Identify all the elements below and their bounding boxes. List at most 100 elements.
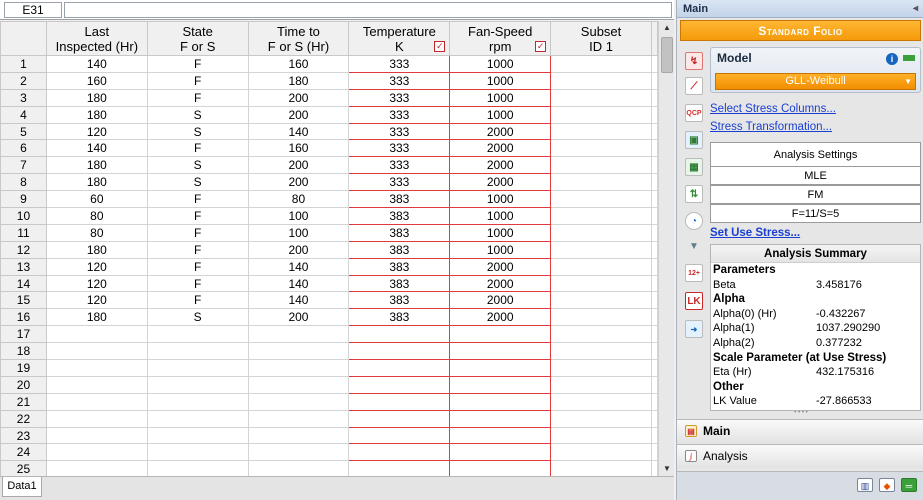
table-cell[interactable]: 2000	[449, 173, 552, 192]
row-number[interactable]: 20	[0, 375, 47, 394]
stress-column-checkbox[interactable]: ✓	[434, 41, 446, 52]
data-grid[interactable]: Last Inspected (Hr) State F or S Time to F or…	[0, 21, 658, 476]
table-cell[interactable]: 200	[247, 308, 350, 327]
info-icon[interactable]: i	[886, 53, 898, 65]
table-cell[interactable]	[449, 443, 552, 462]
row-number[interactable]: 3	[0, 88, 47, 107]
table-cell[interactable]	[348, 325, 451, 344]
stress-transformation-link[interactable]: Stress Transformation...	[710, 121, 832, 133]
table-cell[interactable]	[348, 375, 451, 394]
table-cell[interactable]: 1000	[449, 105, 552, 124]
table-cell[interactable]	[348, 409, 451, 428]
table-cell[interactable]: F	[146, 207, 249, 225]
table-cell[interactable]: F	[146, 274, 249, 293]
table-cell[interactable]	[550, 122, 652, 141]
row-number[interactable]: 23	[0, 426, 47, 445]
table-cell[interactable]: 333	[348, 139, 451, 158]
table-cell[interactable]	[550, 55, 652, 73]
table-cell[interactable]: 200	[247, 105, 350, 124]
plot-icon[interactable]: ⟋	[685, 77, 703, 95]
table-cell[interactable]: 2000	[449, 274, 552, 293]
table-cell[interactable]: 383	[348, 223, 451, 242]
table-cell[interactable]	[449, 409, 552, 428]
calculate-icon[interactable]: ↯	[685, 52, 703, 70]
table-cell[interactable]	[45, 426, 148, 445]
model-select[interactable]: GLL-Weibull ▼	[715, 73, 916, 90]
table-cell[interactable]	[247, 342, 350, 361]
table-cell[interactable]	[146, 426, 249, 445]
sheet-tab-data1[interactable]: Data1	[2, 477, 42, 497]
table-cell[interactable]	[45, 460, 148, 476]
row-number[interactable]: 10	[0, 207, 47, 225]
table-cell[interactable]	[449, 342, 552, 361]
table-cell[interactable]	[550, 359, 652, 377]
table-cell[interactable]: 120	[45, 122, 148, 141]
table-cell[interactable]: 383	[348, 207, 451, 225]
table-cell[interactable]: F	[146, 55, 249, 73]
table-cell[interactable]	[45, 443, 148, 462]
table-cell[interactable]	[146, 409, 249, 428]
table-cell[interactable]	[449, 392, 552, 411]
table-cell[interactable]	[247, 460, 350, 476]
row-number[interactable]: 16	[0, 308, 47, 327]
row-number[interactable]: 24	[0, 443, 47, 462]
table-cell[interactable]: 383	[348, 190, 451, 209]
table-cell[interactable]: 333	[348, 122, 451, 141]
table-cell[interactable]	[247, 443, 350, 462]
nav-analysis[interactable]: ⅉ Analysis	[677, 444, 923, 468]
table-cell[interactable]	[348, 426, 451, 445]
table-cell[interactable]: 2000	[449, 156, 552, 175]
table-cell[interactable]: 333	[348, 105, 451, 124]
transfer-icon[interactable]: ⇅	[685, 185, 703, 203]
table-cell[interactable]	[550, 426, 652, 445]
table-cell[interactable]: 1000	[449, 88, 552, 107]
table-cell[interactable]	[550, 71, 652, 90]
table-cell[interactable]	[550, 291, 652, 310]
table-cell[interactable]: 100	[247, 223, 350, 242]
table-cell[interactable]: 180	[247, 71, 350, 90]
table-cell[interactable]: 2000	[449, 291, 552, 310]
batch-icon[interactable]: ▦	[685, 158, 703, 176]
table-cell[interactable]: 1000	[449, 240, 552, 259]
table-cell[interactable]: F	[146, 88, 249, 107]
table-cell[interactable]	[550, 460, 652, 476]
table-cell[interactable]: F	[146, 257, 249, 276]
table-cell[interactable]	[45, 375, 148, 394]
analysis-setting-format[interactable]: FM	[710, 185, 921, 204]
table-cell[interactable]: 200	[247, 240, 350, 259]
table-cell[interactable]: 80	[247, 190, 350, 209]
table-cell[interactable]	[550, 375, 652, 394]
row-number[interactable]: 13	[0, 257, 47, 276]
table-cell[interactable]	[45, 392, 148, 411]
table-cell[interactable]: 120	[45, 274, 148, 293]
resize-grip-icon[interactable]: • • • •	[789, 410, 813, 416]
table-cell[interactable]: 333	[348, 173, 451, 192]
scroll-down-icon[interactable]: ▼	[659, 462, 675, 476]
table-cell[interactable]: F	[146, 190, 249, 209]
table-cell[interactable]	[550, 156, 652, 175]
table-cell[interactable]	[550, 274, 652, 293]
table-cell[interactable]: 333	[348, 88, 451, 107]
table-cell[interactable]: 383	[348, 257, 451, 276]
row-number[interactable]: 25	[0, 460, 47, 476]
row-number[interactable]: 8	[0, 173, 47, 192]
table-cell[interactable]	[247, 409, 350, 428]
table-cell[interactable]: S	[146, 173, 249, 192]
table-cell[interactable]: 180	[45, 240, 148, 259]
minimize-panel-icon[interactable]: ═	[901, 478, 917, 492]
table-cell[interactable]	[449, 375, 552, 394]
table-cell[interactable]	[247, 392, 350, 411]
column-header-2[interactable]: State F or S	[146, 21, 249, 56]
table-cell[interactable]: 333	[348, 71, 451, 90]
row-number[interactable]: 17	[0, 325, 47, 344]
table-cell[interactable]: 200	[247, 156, 350, 175]
table-cell[interactable]	[550, 223, 652, 242]
table-cell[interactable]	[146, 443, 249, 462]
table-cell[interactable]	[550, 308, 652, 327]
select-stress-columns-link[interactable]: Select Stress Columns...	[710, 103, 836, 115]
table-cell[interactable]: 2000	[449, 122, 552, 141]
table-cell[interactable]	[348, 460, 451, 476]
nav-main[interactable]: ▤ Main	[677, 419, 923, 443]
table-cell[interactable]	[247, 375, 350, 394]
number-icon[interactable]: 12+	[685, 264, 703, 282]
